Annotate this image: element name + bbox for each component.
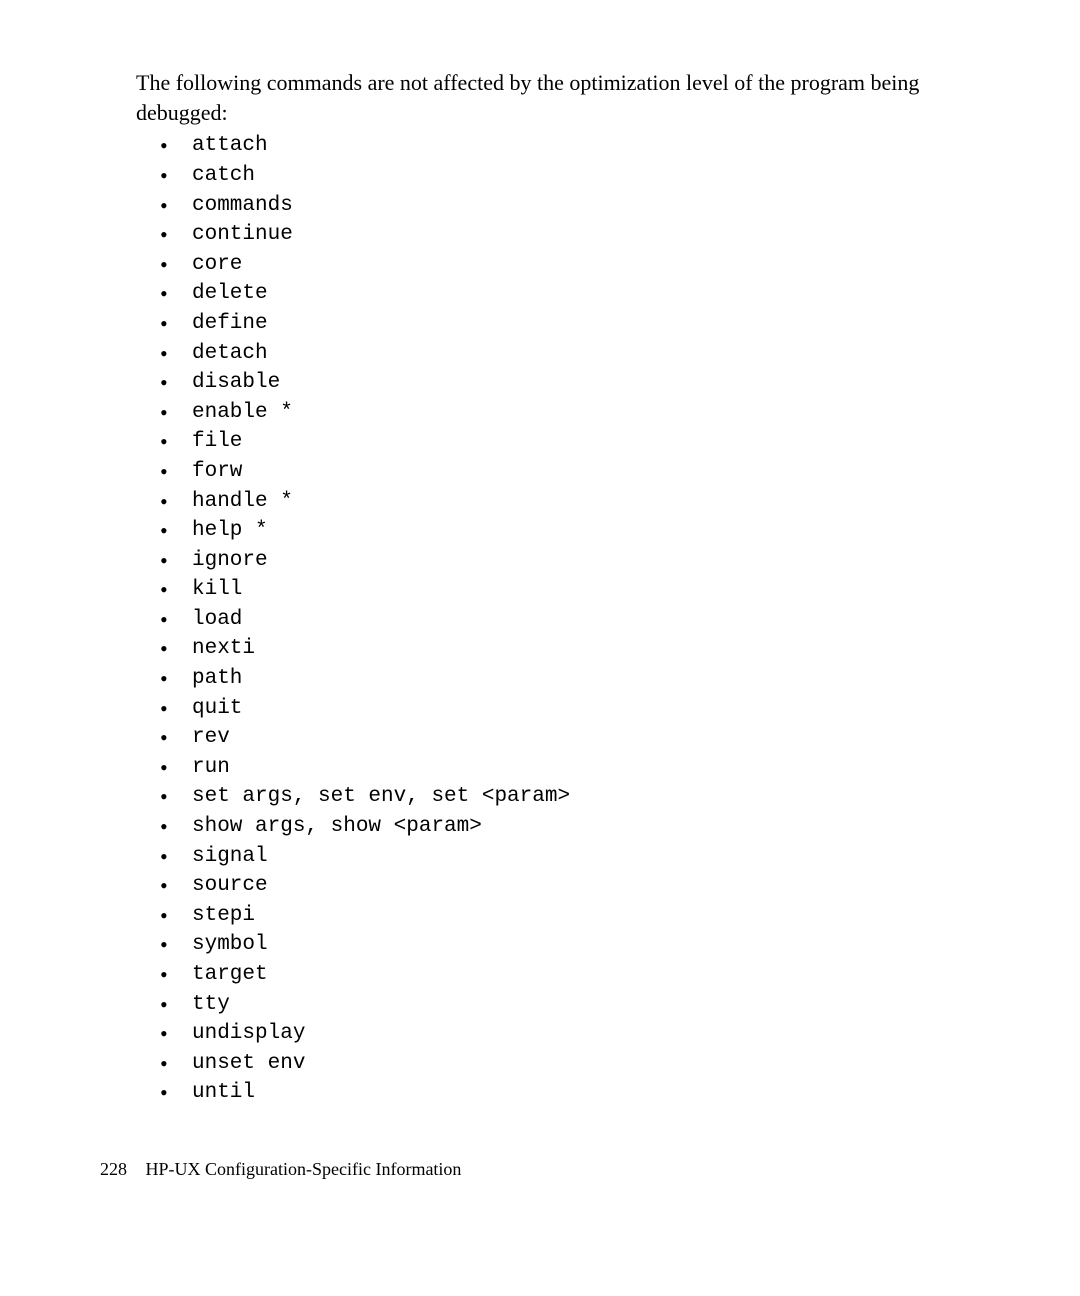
list-item: quit bbox=[160, 694, 984, 724]
command-list: attach catch commands continue core dele… bbox=[136, 131, 984, 1108]
list-item: file bbox=[160, 427, 984, 457]
list-item: handle * bbox=[160, 487, 984, 517]
list-item: continue bbox=[160, 220, 984, 250]
list-item: load bbox=[160, 605, 984, 635]
list-item: signal bbox=[160, 842, 984, 872]
list-item: help * bbox=[160, 516, 984, 546]
list-item: delete bbox=[160, 279, 984, 309]
list-item: rev bbox=[160, 723, 984, 753]
list-item: unset env bbox=[160, 1049, 984, 1079]
list-item: catch bbox=[160, 161, 984, 191]
list-item: path bbox=[160, 664, 984, 694]
intro-paragraph: The following commands are not affected … bbox=[136, 68, 984, 127]
list-item: nexti bbox=[160, 634, 984, 664]
list-item: enable * bbox=[160, 398, 984, 428]
list-item: attach bbox=[160, 131, 984, 161]
list-item: undisplay bbox=[160, 1019, 984, 1049]
list-item: ignore bbox=[160, 546, 984, 576]
list-item: disable bbox=[160, 368, 984, 398]
list-item: stepi bbox=[160, 901, 984, 931]
list-item: forw bbox=[160, 457, 984, 487]
list-item: kill bbox=[160, 575, 984, 605]
list-item: core bbox=[160, 250, 984, 280]
list-item: commands bbox=[160, 191, 984, 221]
list-item: source bbox=[160, 871, 984, 901]
list-item: symbol bbox=[160, 930, 984, 960]
list-item: target bbox=[160, 960, 984, 990]
list-item: show args, show <param> bbox=[160, 812, 984, 842]
document-page: The following commands are not affected … bbox=[0, 0, 1080, 1296]
list-item: detach bbox=[160, 339, 984, 369]
page-number: 228 bbox=[100, 1159, 127, 1180]
list-item: tty bbox=[160, 990, 984, 1020]
list-item: define bbox=[160, 309, 984, 339]
section-title: HP-UX Configuration-Specific Information bbox=[146, 1159, 462, 1179]
list-item: until bbox=[160, 1078, 984, 1108]
list-item: set args, set env, set <param> bbox=[160, 782, 984, 812]
page-footer: 228 HP-UX Configuration-Specific Informa… bbox=[100, 1159, 461, 1180]
list-item: run bbox=[160, 753, 984, 783]
